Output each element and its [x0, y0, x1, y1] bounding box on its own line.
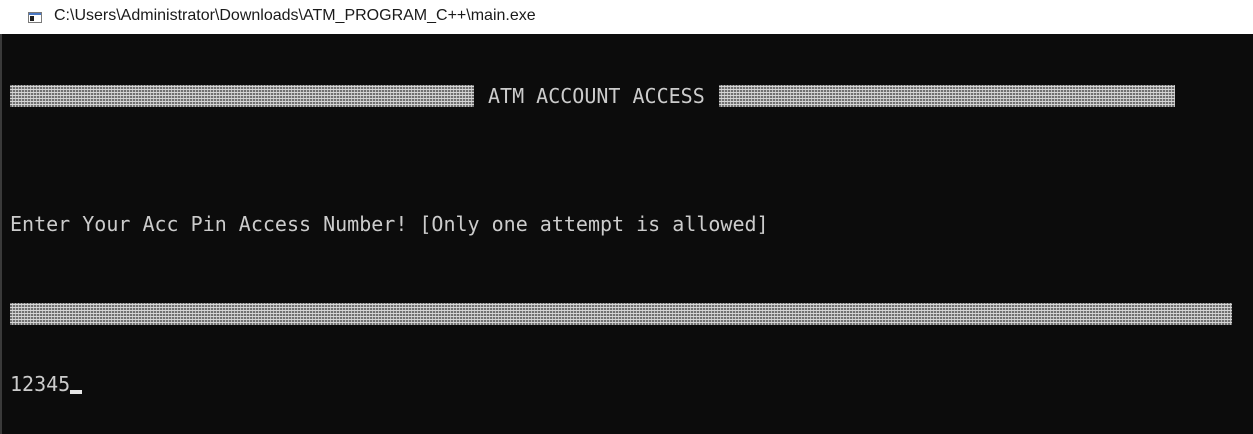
window-title: C:\Users\Administrator\Downloads\ATM_PRO… [54, 7, 536, 24]
divider-fill [10, 303, 1232, 325]
title-bar[interactable]: C:\Users\Administrator\Downloads\ATM_PRO… [0, 0, 1253, 34]
pin-input-line[interactable]: 12345 [10, 372, 83, 396]
divider [10, 302, 1232, 326]
banner-title: ATM ACCOUNT ACCESS [488, 84, 705, 108]
console-app-icon[interactable] [28, 12, 42, 23]
banner-fill-right [718, 85, 1175, 107]
console-window: C:\Users\Administrator\Downloads\ATM_PRO… [0, 0, 1253, 434]
banner-fill-left [10, 85, 474, 107]
console-output[interactable]: ATM ACCOUNT ACCESS Enter Your Acc Pin Ac… [2, 34, 1253, 434]
banner: ATM ACCOUNT ACCESS [10, 84, 1232, 108]
pin-prompt: Enter Your Acc Pin Access Number! [Only … [10, 212, 769, 236]
text-cursor [70, 390, 83, 394]
pin-input-value[interactable]: 12345 [10, 372, 70, 396]
